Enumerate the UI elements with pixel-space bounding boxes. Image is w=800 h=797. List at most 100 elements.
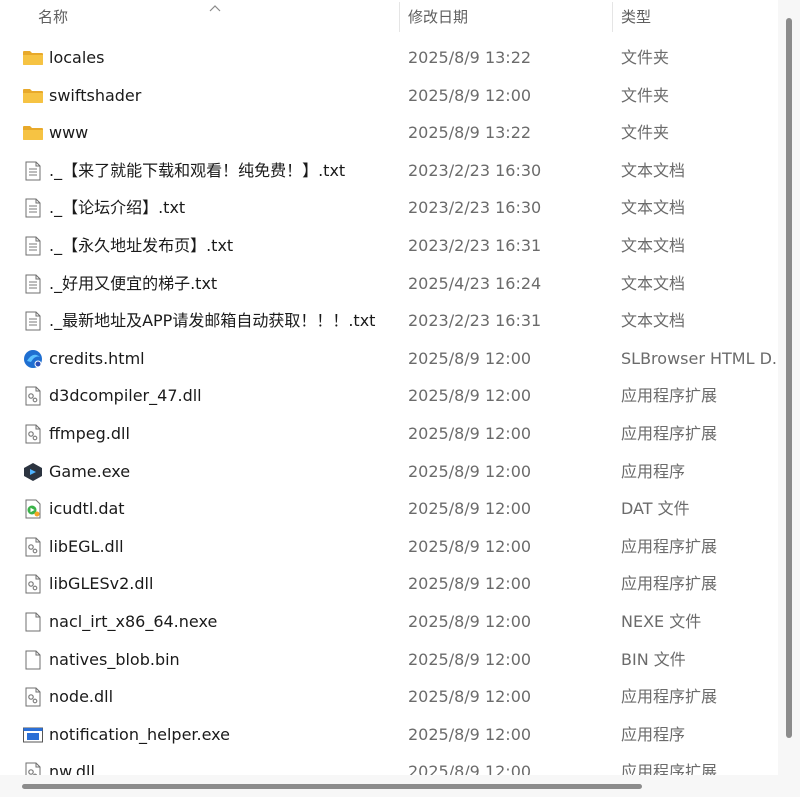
- file-name: node.dll: [49, 687, 114, 707]
- file-date-modified: 2025/8/9 12:00: [408, 386, 532, 406]
- folder-icon: [22, 86, 44, 106]
- file-type: 文本文档: [621, 273, 686, 293]
- file-type: 文本文档: [621, 160, 686, 180]
- column-header-name[interactable]: 名称: [38, 0, 398, 34]
- column-header-date-modified[interactable]: 修改日期: [408, 0, 608, 34]
- file-type: SLBrowser HTML D...: [621, 348, 776, 368]
- file-row[interactable]: locales 2025/8/9 13:22 文件夹: [0, 39, 778, 77]
- column-header: 名称 修改日期 类型: [0, 0, 778, 34]
- game-app-icon: [22, 462, 44, 482]
- file-date-modified: 2025/8/9 13:22: [408, 48, 532, 67]
- file-row[interactable]: d3dcompiler_47.dll 2025/8/9 12:00 应用程序扩展: [0, 377, 778, 415]
- file-row[interactable]: libEGL.dll 2025/8/9 12:00 应用程序扩展: [0, 528, 778, 566]
- file-row[interactable]: notification_helper.exe 2025/8/9 12:00 应用程…: [0, 716, 778, 754]
- file-type: 应用程序: [621, 724, 686, 744]
- file-type: 文件夹: [621, 48, 670, 67]
- file-row[interactable]: Game.exe 2025/8/9 12:00 应用程序: [0, 453, 778, 491]
- file-date-modified: 2025/8/9 12:00: [408, 574, 532, 594]
- file-type: 文本文档: [621, 311, 686, 331]
- file-row[interactable]: www 2025/8/9 13:22 文件夹: [0, 114, 778, 152]
- file-name: notification_helper.exe: [49, 724, 230, 744]
- vertical-scrollbar-thumb[interactable]: [786, 18, 792, 738]
- file-date-modified: 2025/8/9 12:00: [408, 649, 532, 669]
- file-type: 文本文档: [621, 236, 686, 255]
- file-row[interactable]: libGLESv2.dll 2025/8/9 12:00 应用程序扩展: [0, 565, 778, 603]
- file-name: ._最新地址及APP请发邮箱自动获取！！！.txt: [49, 311, 376, 331]
- file-row[interactable]: icudtl.dat 2025/8/9 12:00 DAT 文件: [0, 490, 778, 528]
- file-row[interactable]: nw.dll 2025/8/9 12:00 应用程序扩展: [0, 753, 778, 775]
- file-date-modified: 2023/2/23 16:31: [408, 311, 542, 331]
- file-type: 应用程序扩展: [621, 536, 718, 556]
- file-list: locales 2025/8/9 13:22 文件夹 swiftshader 2025/…: [0, 39, 778, 775]
- file-name: ._【论坛介绍】.txt: [49, 198, 186, 218]
- file-date-modified: 2025/8/9 13:22: [408, 123, 532, 143]
- file-name: libEGL.dll: [49, 536, 124, 556]
- file-date-modified: 2025/8/9 12:00: [408, 687, 532, 707]
- text-file-icon: [22, 311, 44, 331]
- horizontal-scrollbar[interactable]: [0, 775, 800, 797]
- file-row[interactable]: ._好用又便宜的梯子.txt 2025/4/23 16:24 文本文档: [0, 265, 778, 303]
- text-file-icon: [22, 161, 44, 181]
- file-date-modified: 2025/8/9 12:00: [408, 762, 532, 775]
- file-name: Game.exe: [49, 461, 131, 481]
- file-row[interactable]: credits.html 2025/8/9 12:00 SLBrowser HTML…: [0, 340, 778, 378]
- file-type: BIN 文件: [621, 649, 686, 669]
- dll-file-icon: [22, 386, 44, 406]
- folder-icon: [22, 48, 44, 68]
- file-name: ffmpeg.dll: [49, 424, 130, 443]
- blank-file-icon: [22, 650, 44, 670]
- file-date-modified: 2025/8/9 12:00: [408, 461, 532, 481]
- text-file-icon: [22, 198, 44, 218]
- file-date-modified: 2025/8/9 12:00: [408, 612, 532, 631]
- window-app-icon: [22, 725, 44, 745]
- horizontal-scrollbar-thumb[interactable]: [22, 784, 642, 789]
- dll-file-icon: [22, 687, 44, 707]
- file-row[interactable]: ._【来了就能下载和观看！纯免费！】.txt 2023/2/23 16:30 文本文…: [0, 152, 778, 190]
- file-row[interactable]: ffmpeg.dll 2025/8/9 12:00 应用程序扩展: [0, 415, 778, 453]
- file-row[interactable]: nacl_irt_x86_64.nexe 2025/8/9 12:00 NEXE 文…: [0, 603, 778, 641]
- file-row[interactable]: ._最新地址及APP请发邮箱自动获取！！！.txt 2023/2/23 16:31…: [0, 302, 778, 340]
- file-date-modified: 2023/2/23 16:30: [408, 160, 542, 180]
- file-date-modified: 2025/8/9 12:00: [408, 536, 532, 556]
- dll-file-icon: [22, 762, 44, 775]
- vertical-scrollbar[interactable]: [778, 0, 800, 775]
- file-type: DAT 文件: [621, 499, 690, 519]
- file-row[interactable]: node.dll 2025/8/9 12:00 应用程序扩展: [0, 678, 778, 716]
- text-file-icon: [22, 274, 44, 294]
- file-date-modified: 2025/8/9 12:00: [408, 424, 532, 443]
- file-type: 文件夹: [621, 123, 670, 143]
- file-type: 应用程序扩展: [621, 687, 718, 707]
- file-name: www: [49, 123, 89, 143]
- dll-file-icon: [22, 537, 44, 557]
- media-file-icon: [22, 499, 44, 519]
- column-divider[interactable]: [612, 2, 613, 32]
- file-row[interactable]: ._【论坛介绍】.txt 2023/2/23 16:30 文本文档: [0, 189, 778, 227]
- file-name: credits.html: [49, 348, 145, 368]
- text-file-icon: [22, 236, 44, 256]
- browser-html-icon: [22, 349, 44, 369]
- file-name: d3dcompiler_47.dll: [49, 386, 202, 406]
- file-type: NEXE 文件: [621, 612, 702, 631]
- file-date-modified: 2025/8/9 12:00: [408, 499, 532, 519]
- file-type: 应用程序: [621, 461, 686, 481]
- file-name: nacl_irt_x86_64.nexe: [49, 612, 218, 631]
- file-date-modified: 2025/8/9 12:00: [408, 85, 532, 105]
- folder-icon: [22, 123, 44, 143]
- column-divider[interactable]: [399, 2, 400, 32]
- column-header-type[interactable]: 类型: [621, 0, 771, 34]
- file-date-modified: 2025/4/23 16:24: [408, 273, 542, 293]
- file-date-modified: 2025/8/9 12:00: [408, 724, 532, 744]
- file-name: ._【来了就能下载和观看！纯免费！】.txt: [49, 160, 346, 180]
- file-name: nw.dll: [49, 762, 95, 775]
- file-explorer-window: 名称 修改日期 类型 locales 2025/8/9 13:22 文件夹 swift…: [0, 0, 800, 797]
- file-type: 文件夹: [621, 85, 670, 105]
- file-row[interactable]: natives_blob.bin 2025/8/9 12:00 BIN 文件: [0, 641, 778, 679]
- file-row[interactable]: swiftshader 2025/8/9 12:00 文件夹: [0, 77, 778, 115]
- file-name: locales: [49, 48, 105, 67]
- file-row[interactable]: ._【永久地址发布页】.txt 2023/2/23 16:31 文本文档: [0, 227, 778, 265]
- file-name: ._【永久地址发布页】.txt: [49, 236, 234, 255]
- blank-file-icon: [22, 612, 44, 632]
- file-name: swiftshader: [49, 85, 142, 105]
- file-type: 文本文档: [621, 198, 686, 218]
- file-date-modified: 2025/8/9 12:00: [408, 348, 532, 368]
